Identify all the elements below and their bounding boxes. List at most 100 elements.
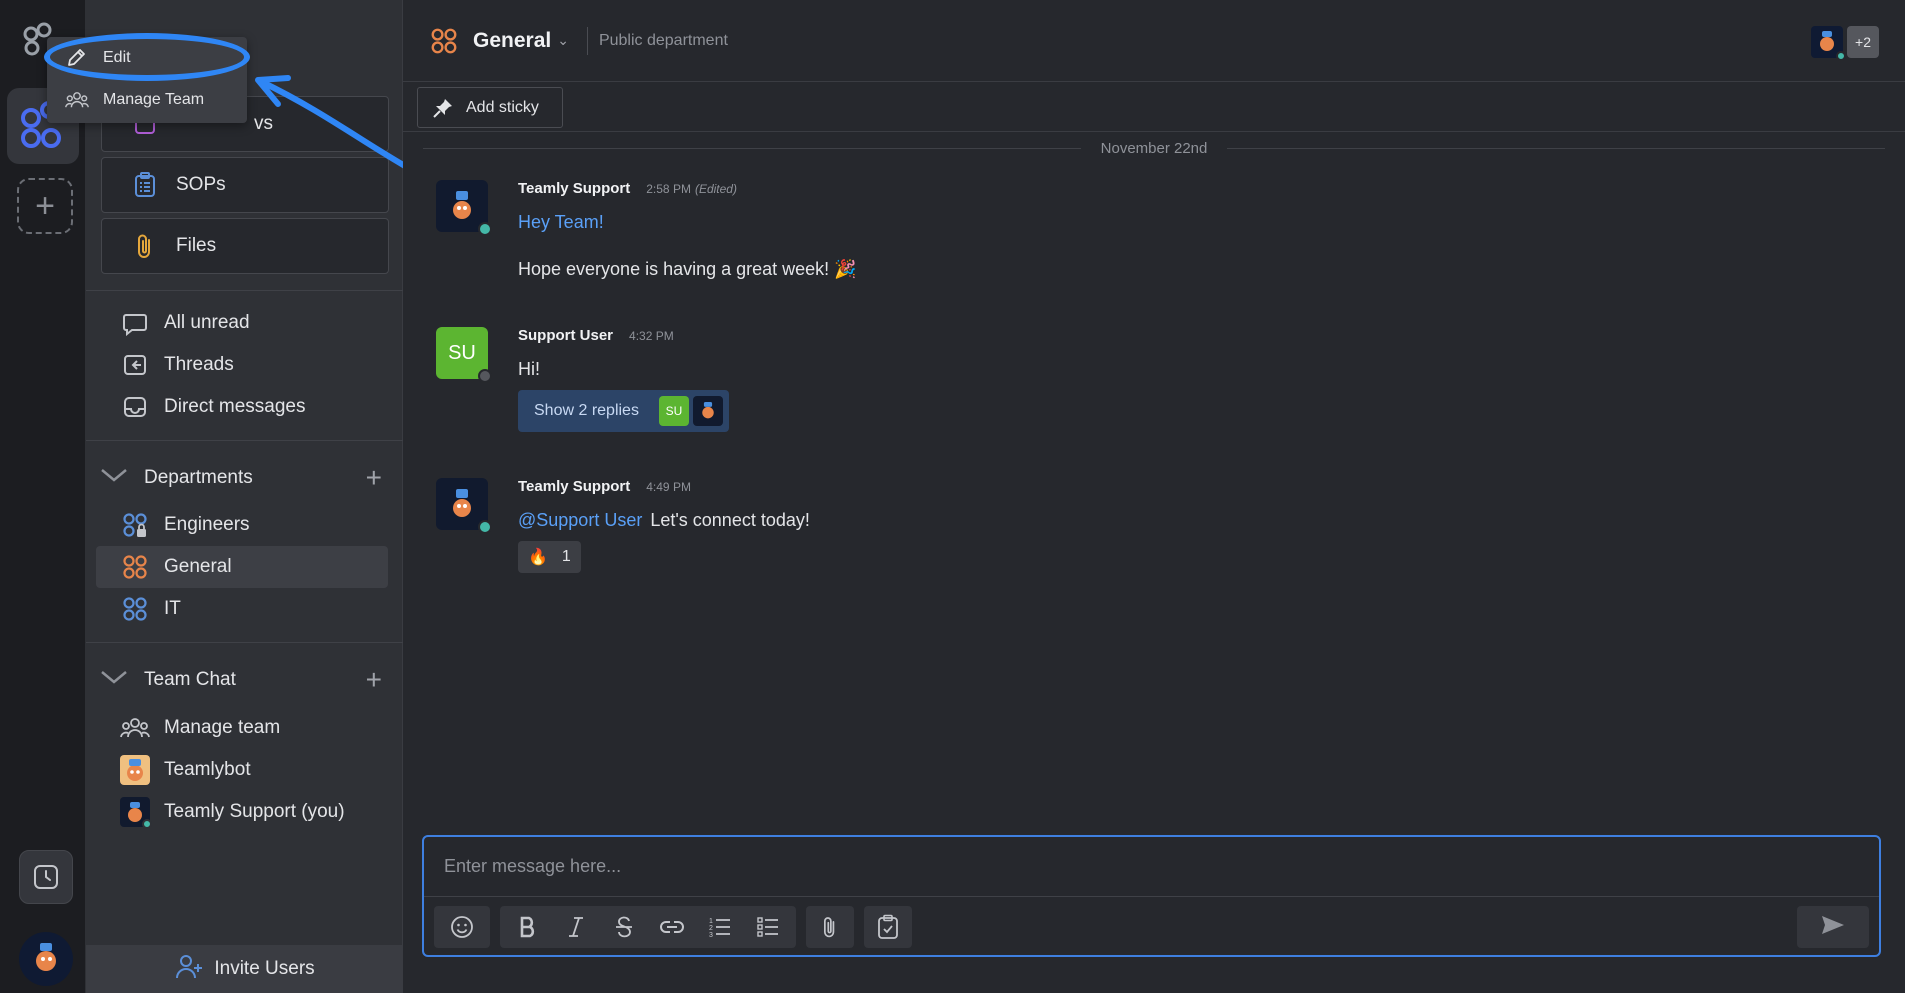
chevron-down-icon[interactable]: ⌄ — [557, 32, 569, 49]
message-author[interactable]: Teamly Support — [518, 180, 630, 197]
task-clipboard-icon[interactable] — [864, 906, 912, 948]
bold-icon[interactable] — [504, 906, 552, 948]
message-author[interactable]: Support User — [518, 327, 613, 344]
channel-title[interactable]: General — [473, 29, 551, 53]
numbered-list-icon[interactable]: 123 — [696, 906, 744, 948]
chevron-down-icon — [100, 669, 130, 691]
department-engineers[interactable]: Engineers — [96, 504, 388, 546]
author-avatar[interactable] — [436, 478, 492, 534]
invite-users-button[interactable]: Invite Users — [86, 945, 403, 993]
reply-avatar: SU — [658, 396, 689, 426]
message-time: 4:32 PM — [629, 329, 674, 343]
fire-emoji-icon: 🔥 — [528, 549, 548, 566]
message-time: 2:58 PM — [646, 182, 691, 196]
channel-members[interactable]: +2 — [1811, 26, 1879, 61]
teamlybot-label: Teamlybot — [164, 759, 251, 780]
menu-item-manage-team[interactable]: Manage Team — [47, 79, 247, 121]
add-department-plus-icon[interactable]: + — [366, 462, 382, 494]
departments-section-header[interactable]: Departments + — [96, 458, 396, 498]
edited-flag: (Edited) — [694, 182, 737, 196]
svg-text:1: 1 — [709, 918, 713, 925]
chat-bubble-icon — [120, 308, 150, 338]
add-workspace-button[interactable]: + — [17, 178, 73, 234]
divider — [86, 642, 403, 643]
author-avatar[interactable]: SU — [436, 327, 492, 383]
nav-threads[interactable]: Threads — [96, 344, 388, 386]
files-button[interactable]: Files — [101, 218, 389, 274]
department-icon — [429, 26, 459, 56]
team-chat-manage-team[interactable]: Manage team — [96, 707, 388, 749]
svg-text:3: 3 — [709, 932, 713, 939]
inbox-icon — [120, 392, 150, 422]
team-chat-section-header[interactable]: Team Chat + — [96, 660, 396, 700]
message-input[interactable] — [424, 837, 1879, 897]
nav-direct-messages-label: Direct messages — [164, 396, 306, 417]
departments-title: Departments — [144, 467, 253, 488]
message-text: Hope everyone is having a great week! 🎉 — [518, 259, 857, 279]
department-general-label: General — [164, 556, 232, 577]
strikethrough-icon[interactable] — [600, 906, 648, 948]
reply-avatar — [692, 396, 723, 426]
department-icon — [120, 552, 150, 582]
show-replies-button[interactable]: Show 2 replies SU — [518, 390, 729, 432]
team-icon — [65, 89, 89, 111]
reaction-badge[interactable]: 🔥 1 — [518, 541, 581, 573]
extra-members-count[interactable]: +2 — [1847, 26, 1879, 58]
nav-direct-messages[interactable]: Direct messages — [96, 386, 388, 428]
avatar-initials: SU — [448, 341, 476, 364]
nav-all-unread-label: All unread — [164, 312, 250, 333]
online-status-dot — [1836, 51, 1846, 61]
channel-header: General ⌄ Public department +2 — [403, 0, 1905, 82]
date-separator-label: November 22nd — [1100, 139, 1208, 157]
attach-paperclip-icon[interactable] — [806, 906, 854, 948]
nav-threads-label: Threads — [164, 354, 234, 375]
pin-icon — [432, 97, 454, 119]
sidebar: vs SOPs Files All unread Threads Direct … — [86, 0, 403, 993]
online-status-dot — [478, 222, 492, 236]
department-general[interactable]: General — [96, 546, 388, 588]
send-button[interactable] — [1797, 906, 1869, 948]
clock-icon[interactable] — [19, 850, 73, 904]
team-chat-teamlybot[interactable]: Teamlybot — [96, 749, 388, 791]
send-icon — [1820, 914, 1846, 941]
message-text: @Support User Let's connect today! — [518, 510, 1718, 531]
private-department-icon — [120, 510, 150, 540]
sops-button[interactable]: SOPs — [101, 157, 389, 213]
italic-icon[interactable] — [552, 906, 600, 948]
channel-subtitle: Public department — [598, 31, 728, 49]
user-mention[interactable]: @Support User — [518, 510, 642, 530]
chevron-down-icon — [100, 467, 130, 489]
add-sticky-button[interactable]: Add sticky — [417, 87, 563, 128]
reaction-count: 1 — [561, 548, 571, 565]
message-author[interactable]: Teamly Support — [518, 478, 630, 495]
message-text: Hi! — [518, 359, 540, 379]
team-chat-teamly-support[interactable]: Teamly Support (you) — [96, 791, 388, 833]
link-icon[interactable] — [648, 906, 696, 948]
offline-status-dot — [478, 369, 492, 383]
sidebar-button-partial-label: vs — [254, 113, 273, 134]
divider — [86, 440, 403, 441]
header-divider — [586, 26, 588, 55]
member-avatar[interactable] — [1811, 26, 1846, 61]
nav-all-unread[interactable]: All unread — [96, 302, 388, 344]
department-it[interactable]: IT — [96, 588, 388, 630]
workspace-context-menu: Edit Manage Team — [47, 37, 247, 123]
message-text: Hey Team! — [518, 212, 604, 232]
online-status-dot — [142, 819, 152, 829]
message-text-body: Let's connect today! — [650, 510, 810, 530]
emoji-icon[interactable] — [438, 906, 486, 948]
author-avatar[interactable] — [436, 180, 492, 236]
department-engineers-label: Engineers — [164, 514, 250, 535]
workspace-rail: + — [0, 0, 86, 993]
menu-item-manage-team-label: Manage Team — [103, 91, 205, 108]
menu-item-edit[interactable]: Edit — [47, 37, 247, 79]
plus-icon: + — [35, 186, 55, 225]
pencil-icon — [65, 47, 89, 69]
bulleted-list-icon[interactable] — [744, 906, 792, 948]
department-icon — [120, 594, 150, 624]
profile-avatar[interactable] — [19, 932, 73, 986]
manage-team-label: Manage team — [164, 717, 281, 738]
main-panel: General ⌄ Public department +2 Add stick… — [403, 0, 1905, 993]
paperclip-icon — [130, 231, 160, 261]
add-chat-plus-icon[interactable]: + — [366, 664, 382, 696]
